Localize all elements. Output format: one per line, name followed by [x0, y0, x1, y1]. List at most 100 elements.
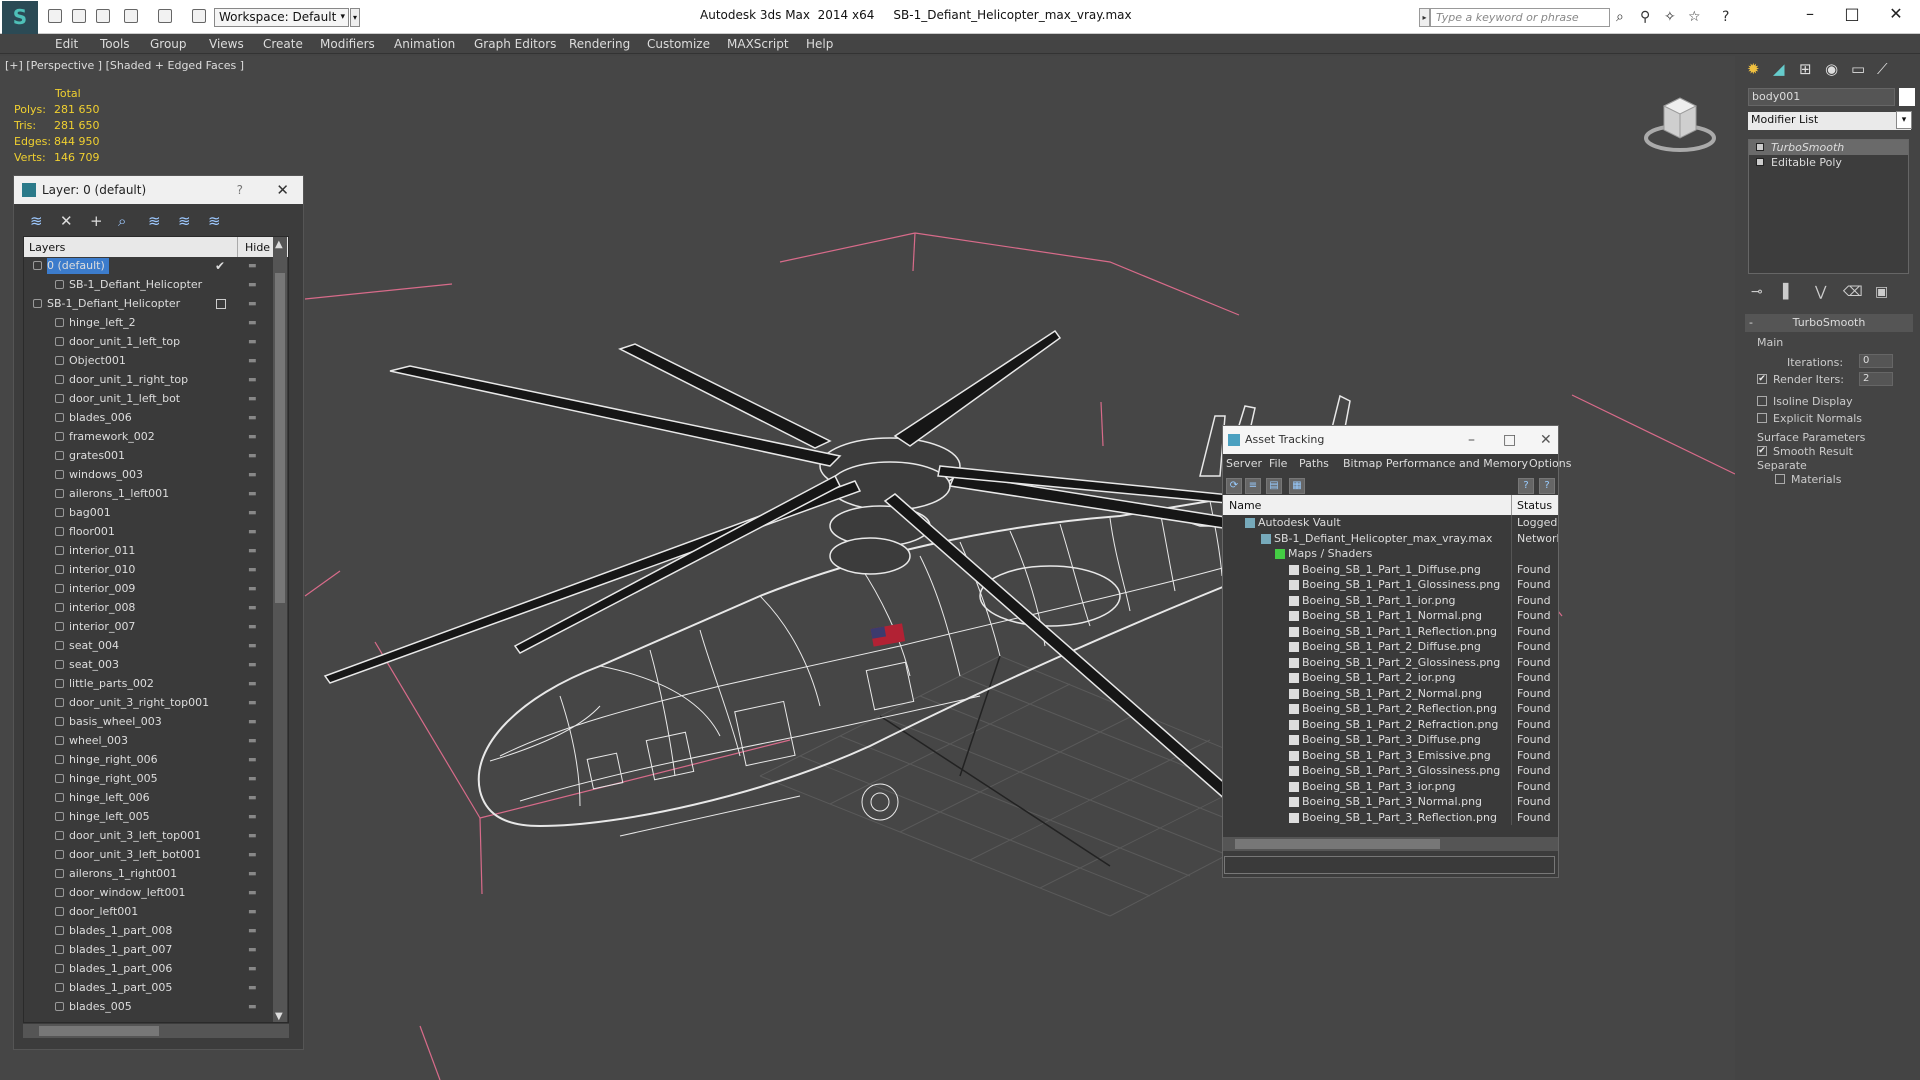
layer-row[interactable]: basis_wheel_003 ▬: [24, 713, 288, 732]
quick-access-dropdown[interactable]: ▾: [350, 8, 360, 27]
layer-row[interactable]: interior_011 ▬: [24, 542, 288, 561]
horizontal-scrollbar[interactable]: [23, 1024, 289, 1038]
turbosmooth-rollout-header[interactable]: - TurboSmooth: [1745, 314, 1913, 332]
object-name-field[interactable]: body001: [1748, 88, 1895, 106]
maximize-icon[interactable]: □: [1832, 4, 1872, 23]
layer-row[interactable]: door_unit_1_left_top ▬: [24, 333, 288, 352]
scrollbar-thumb[interactable]: [1235, 839, 1440, 849]
column-name[interactable]: Name: [1229, 499, 1261, 512]
hide-toggle-icon[interactable]: ▬: [248, 770, 257, 789]
binoculars-icon[interactable]: ⌕: [1616, 9, 1624, 25]
menu-file[interactable]: File: [1269, 457, 1287, 470]
menu-customize[interactable]: Customize: [647, 37, 710, 51]
menu-help[interactable]: Help: [806, 37, 833, 51]
close-icon[interactable]: ✕: [276, 176, 289, 204]
hide-toggle-icon[interactable]: ▬: [248, 865, 257, 884]
asset-status-field[interactable]: [1224, 856, 1555, 874]
layer-row[interactable]: blades_1_part_005 ▬: [24, 979, 288, 998]
vertical-scrollbar[interactable]: ▲ ▼: [273, 237, 287, 1022]
isoline-display-checkbox[interactable]: [1757, 396, 1767, 406]
hide-toggle-icon[interactable]: ▬: [248, 580, 257, 599]
layer-row[interactable]: hinge_left_005 ▬: [24, 808, 288, 827]
layer-row[interactable]: door_unit_3_left_bot001 ▬: [24, 846, 288, 865]
layer-row[interactable]: interior_009 ▬: [24, 580, 288, 599]
layer-row[interactable]: door_window_left001 ▬: [24, 884, 288, 903]
pin-stack-icon[interactable]: ⊸: [1751, 284, 1763, 300]
column-status[interactable]: Status: [1517, 499, 1552, 512]
menu-edit[interactable]: Edit: [55, 37, 78, 51]
expand-icon[interactable]: [1756, 158, 1764, 166]
layer-row[interactable]: ailerons_1_right001 ▬: [24, 865, 288, 884]
project-folder-icon[interactable]: [192, 9, 206, 23]
hide-toggle-icon[interactable]: ▬: [248, 599, 257, 618]
context-help-icon[interactable]: ?: [1539, 478, 1555, 494]
subscription-icon[interactable]: ⚲: [1640, 9, 1650, 25]
layer-row[interactable]: hinge_left_006 ▬: [24, 789, 288, 808]
layer-row[interactable]: seat_003 ▬: [24, 656, 288, 675]
redo-icon[interactable]: [158, 9, 172, 23]
layer-row[interactable]: wheel_003 ▬: [24, 732, 288, 751]
workspace-dropdown[interactable]: Workspace: Default ▾: [214, 8, 349, 27]
layer-row[interactable]: blades_1_part_006 ▬: [24, 960, 288, 979]
layer-row[interactable]: grates001 ▬: [24, 447, 288, 466]
delete-layer-icon[interactable]: ✕: [60, 212, 73, 230]
close-icon[interactable]: ✕: [1540, 426, 1552, 454]
thumbnail-view-icon[interactable]: ▤: [1266, 478, 1282, 494]
hide-toggle-icon[interactable]: ▬: [248, 656, 257, 675]
iterations-spinner[interactable]: 0: [1859, 354, 1893, 368]
undo-icon[interactable]: [124, 9, 138, 23]
menu-group[interactable]: Group: [150, 37, 187, 51]
layer-row[interactable]: windows_003 ▬: [24, 466, 288, 485]
table-view-icon[interactable]: ▦: [1289, 478, 1305, 494]
hide-toggle-icon[interactable]: ▬: [248, 561, 257, 580]
search-input[interactable]: Type a keyword or phrase: [1430, 8, 1610, 27]
new-file-icon[interactable]: [48, 9, 62, 23]
asset-row[interactable]: Boeing_SB_1_Part_1_Normal.png Found: [1223, 608, 1558, 624]
layer-row[interactable]: hinge_right_006 ▬: [24, 751, 288, 770]
asset-row[interactable]: SB-1_Defiant_Helicopter_max_vray.max Netw…: [1223, 530, 1558, 546]
hierarchy-tab-icon[interactable]: ⊞: [1799, 60, 1812, 78]
asset-row[interactable]: Boeing_SB_1_Part_2_Diffuse.png Found: [1223, 639, 1558, 655]
layer-row[interactable]: door_unit_1_left_bot ▬: [24, 390, 288, 409]
menu-create[interactable]: Create: [263, 37, 303, 51]
asset-row[interactable]: Boeing_SB_1_Part_2_Reflection.png Found: [1223, 701, 1558, 717]
layer-row[interactable]: door_unit_3_right_top001 ▬: [24, 694, 288, 713]
add-to-layer-icon[interactable]: +: [90, 212, 103, 230]
hide-toggle-icon[interactable]: ▬: [248, 485, 257, 504]
hide-toggle-icon[interactable]: ▬: [248, 941, 257, 960]
asset-row[interactable]: Boeing_SB_1_Part_1_Reflection.png Found: [1223, 623, 1558, 639]
hide-toggle-icon[interactable]: ▬: [248, 447, 257, 466]
configure-sets-icon[interactable]: ▣: [1875, 284, 1888, 300]
layer-row[interactable]: interior_010 ▬: [24, 561, 288, 580]
create-tab-icon[interactable]: ✹: [1747, 60, 1760, 78]
asset-row[interactable]: Boeing_SB_1_Part_2_Glossiness.png Found: [1223, 654, 1558, 670]
explicit-normals-checkbox[interactable]: [1757, 413, 1767, 423]
asset-tracking-titlebar[interactable]: Asset Tracking – □ ✕: [1223, 426, 1558, 454]
layer-row[interactable]: bag001 ▬: [24, 504, 288, 523]
materials-checkbox[interactable]: [1775, 474, 1785, 484]
menu-bitmap-performance[interactable]: Bitmap Performance and Memory: [1343, 457, 1528, 470]
hide-toggle-icon[interactable]: ▬: [248, 960, 257, 979]
hide-toggle-icon[interactable]: ▬: [248, 884, 257, 903]
hide-toggle-icon[interactable]: ▬: [248, 846, 257, 865]
save-file-icon[interactable]: [96, 9, 110, 23]
hide-toggle-icon[interactable]: ▬: [248, 466, 257, 485]
hide-toggle-icon[interactable]: ▬: [248, 637, 257, 656]
hide-toggle-icon[interactable]: ▬: [248, 523, 257, 542]
layer-row[interactable]: framework_002 ▬: [24, 428, 288, 447]
layer-row[interactable]: 0 (default) ✔ ▬: [24, 257, 288, 276]
scrollbar-thumb[interactable]: [275, 273, 285, 603]
highlight-layer-icon[interactable]: ≋: [148, 212, 161, 230]
layer-row[interactable]: blades_1_part_007 ▬: [24, 941, 288, 960]
modify-tab-icon[interactable]: ◢: [1773, 60, 1785, 78]
display-tab-icon[interactable]: ▭: [1851, 60, 1865, 78]
menu-modifiers[interactable]: Modifiers: [320, 37, 375, 51]
menu-paths[interactable]: Paths: [1299, 457, 1329, 470]
open-file-icon[interactable]: [72, 9, 86, 23]
scroll-up-icon[interactable]: ▲: [275, 239, 283, 250]
asset-row[interactable]: Boeing_SB_1_Part_2_ior.png Found: [1223, 670, 1558, 686]
layer-row[interactable]: blades_005 ▬: [24, 998, 288, 1017]
minimize-icon[interactable]: –: [1468, 426, 1475, 454]
asset-row[interactable]: Boeing_SB_1_Part_2_Refraction.png Found: [1223, 716, 1558, 732]
layer-panel-titlebar[interactable]: Layer: 0 (default) ? ✕: [14, 176, 303, 204]
